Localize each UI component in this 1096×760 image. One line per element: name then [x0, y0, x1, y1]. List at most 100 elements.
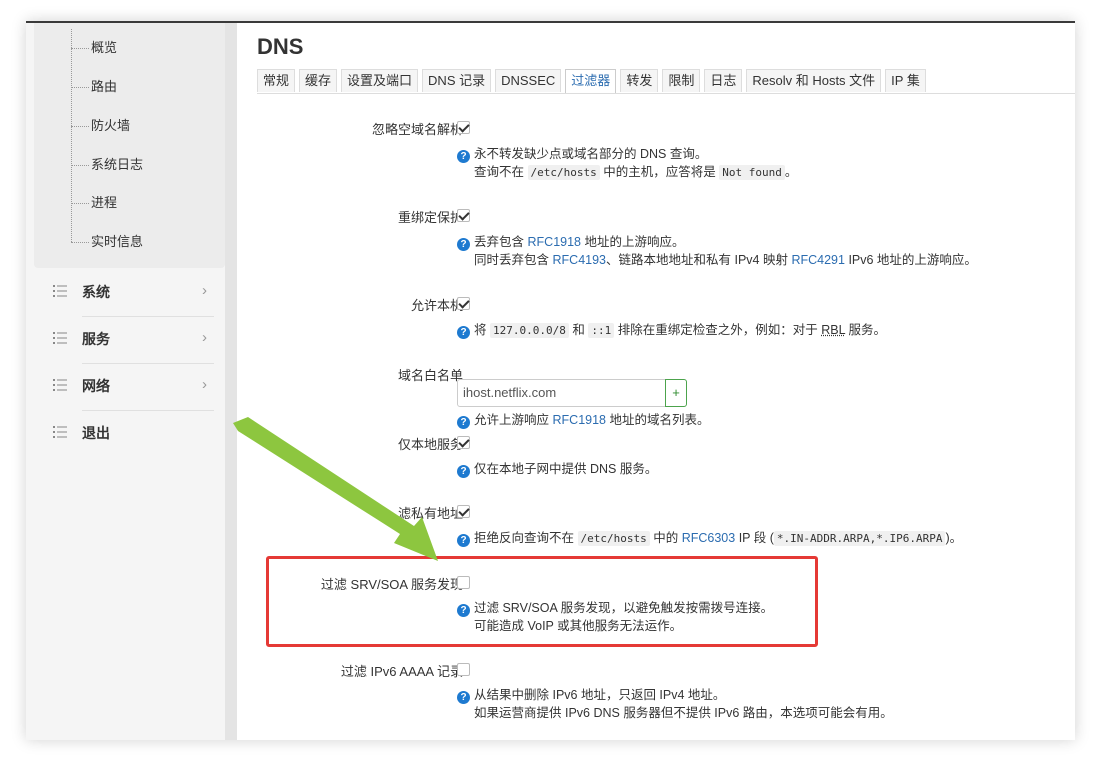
help-icon: ? — [457, 150, 470, 163]
list-icon — [53, 379, 67, 391]
help-text: 地址的域名列表。 — [609, 413, 710, 427]
sidebar-item-label: 实时信息 — [91, 234, 144, 249]
help-code: /etc/hosts — [527, 165, 600, 180]
sidebar-item-processes[interactable]: 进程 — [71, 193, 117, 213]
sidebar-item-firewall[interactable]: 防火墙 — [71, 116, 130, 136]
divider — [82, 363, 214, 364]
local-service-help: ? 仅在本地子网中提供 DNS 服务。 — [457, 460, 657, 478]
help-text: 允许上游响应 — [474, 413, 550, 427]
tab-general[interactable]: 常规 — [257, 69, 296, 92]
sidebar-item-label: 路由 — [91, 79, 118, 94]
help-text: 中的 — [653, 531, 679, 545]
tab-dnssec[interactable]: DNSSEC — [495, 69, 562, 92]
sidebar-menu-services[interactable]: 服务 › — [26, 318, 225, 364]
sidebar-divider — [225, 23, 237, 740]
rebind-checkbox[interactable] — [457, 209, 470, 222]
help-text: 将 — [474, 323, 487, 337]
sidebar-menu-system[interactable]: 系统 › — [26, 271, 225, 317]
help-code: 127.0.0.0/8 — [490, 323, 569, 338]
ignore-empty-label: 忽略空域名解析 — [371, 122, 463, 137]
tabs-underline — [257, 93, 1075, 94]
help-text: 仅在本地子网中提供 DNS 服务。 — [474, 462, 658, 476]
help-text: 从结果中删除 IPv6 地址，只返回 IPv4 地址。 — [474, 688, 726, 702]
sidebar-item-label: 系统日志 — [91, 157, 144, 172]
sidebar-item-overview[interactable]: 概览 — [71, 38, 117, 58]
chevron-right-icon: › — [202, 376, 207, 393]
local-service-checkbox[interactable] — [457, 436, 470, 449]
whitelist-help: ? 允许上游响应 RFC1918 地址的域名列表。 — [457, 411, 710, 429]
rfc1918-link[interactable]: RFC1918 — [553, 413, 607, 427]
sidebar-item-routes[interactable]: 路由 — [71, 77, 117, 97]
help-text: 查询不在 — [474, 165, 525, 179]
aaaa-help: ? 从结果中删除 IPv6 地址，只返回 IPv4 地址。 如果运营商提供 IPv… — [457, 686, 893, 722]
tab-bar: 常规 缓存 设置及端口 DNS 记录 DNSSEC 过滤器 转发 限制 日志 R… — [257, 69, 930, 93]
sidebar-menu-logout[interactable]: 退出 — [26, 412, 225, 458]
rfc4193-link[interactable]: RFC4193 — [553, 253, 607, 267]
sidebar-menu-network[interactable]: 网络 › — [26, 365, 225, 411]
tab-resolv-hosts[interactable]: Resolv 和 Hosts 文件 — [746, 69, 882, 92]
help-text: 同时丢弃包含 — [474, 253, 550, 267]
chevron-right-icon: › — [202, 282, 207, 299]
list-icon — [53, 426, 67, 438]
help-text: 永不转发缺少点或域名部分的 DNS 查询。 — [474, 147, 708, 161]
rfc6303-link[interactable]: RFC6303 — [682, 531, 736, 545]
rebind-help: ? 丢弃包含 RFC1918 地址的上游响应。 同时丢弃包含 RFC4193、链路… — [457, 233, 977, 269]
help-icon: ? — [457, 691, 470, 704]
help-text: 如果运营商提供 IPv6 DNS 服务器但不提供 IPv6 路由，本选项可能会有… — [474, 706, 893, 720]
tab-log[interactable]: 日志 — [704, 69, 743, 92]
whitelist-input[interactable]: ihost.netflix.com — [457, 379, 667, 407]
sidebar-item-label: 防火墙 — [91, 118, 131, 133]
help-code: /etc/hosts — [577, 531, 650, 546]
divider — [82, 316, 214, 317]
tab-filter[interactable]: 过滤器 — [565, 69, 617, 93]
tab-forward[interactable]: 转发 — [620, 69, 659, 92]
help-text: IP 段 ( — [738, 531, 774, 545]
divider — [82, 410, 214, 411]
list-icon — [53, 332, 67, 344]
aaaa-checkbox[interactable] — [457, 663, 470, 676]
help-icon: ? — [457, 416, 470, 429]
help-text: 地址的上游响应。 — [584, 235, 685, 249]
sidebar-item-realtime[interactable]: 实时信息 — [71, 232, 143, 252]
local-service-label: 仅本地服务 — [397, 437, 463, 452]
help-code: Not found — [719, 165, 785, 180]
menu-label: 网络 — [82, 378, 110, 394]
menu-label: 服务 — [82, 331, 110, 347]
localhost-checkbox[interactable] — [457, 297, 470, 310]
help-text: 排除在重绑定检查之外，例如：对于 — [617, 323, 818, 337]
highlight-box — [266, 556, 818, 647]
aaaa-label: 过滤 IPv6 AAAA 记录 — [340, 664, 463, 679]
page-title: DNS — [257, 34, 304, 59]
status-submenu: 概览 路由 防火墙 系统日志 进程 实时信息 — [34, 23, 225, 268]
tab-ipset[interactable]: IP 集 — [885, 69, 926, 92]
tab-limits[interactable]: 限制 — [662, 69, 701, 92]
ignore-empty-checkbox[interactable] — [457, 121, 470, 134]
help-text: 拒绝反向查询不在 — [474, 531, 575, 545]
private-filter-checkbox[interactable] — [457, 505, 470, 518]
localhost-help: ? 将 127.0.0.0/8 和 ::1 排除在重绑定检查之外，例如：对于 RB… — [457, 321, 886, 340]
localhost-label: 允许本机 — [410, 298, 463, 313]
browser-frame: 概览 路由 防火墙 系统日志 进程 实时信息 系统 › 服务 › 网络 › 退出… — [26, 21, 1075, 740]
tab-cache[interactable]: 缓存 — [299, 69, 338, 92]
help-text: 。 — [784, 165, 798, 179]
sidebar: 概览 路由 防火墙 系统日志 进程 实时信息 系统 › 服务 › 网络 › 退出 — [26, 23, 225, 740]
help-text: 丢弃包含 — [474, 235, 525, 249]
help-icon: ? — [457, 465, 470, 478]
rfc1918-link[interactable]: RFC1918 — [528, 235, 582, 249]
help-icon: ? — [457, 326, 470, 339]
sidebar-item-syslog[interactable]: 系统日志 — [71, 155, 143, 175]
tab-settings-ports[interactable]: 设置及端口 — [341, 69, 419, 92]
whitelist-label: 域名白名单 — [397, 368, 463, 383]
help-icon: ? — [457, 534, 470, 547]
rbl-abbr: RBL — [821, 323, 846, 337]
tab-dns-records[interactable]: DNS 记录 — [422, 69, 492, 92]
help-text: 和 — [572, 323, 585, 337]
whitelist-add-button[interactable]: + — [665, 379, 687, 407]
private-filter-help: ? 拒绝反向查询不在 /etc/hosts 中的 RFC6303 IP 段 (*.… — [457, 529, 962, 548]
help-text: )。 — [945, 531, 963, 545]
help-text: 、链路本地地址和私有 IPv4 映射 — [606, 253, 788, 267]
rebind-label: 重绑定保护 — [397, 210, 463, 225]
list-icon — [53, 285, 67, 297]
sidebar-item-label: 概览 — [91, 40, 118, 55]
rfc4291-link[interactable]: RFC4291 — [791, 253, 845, 267]
